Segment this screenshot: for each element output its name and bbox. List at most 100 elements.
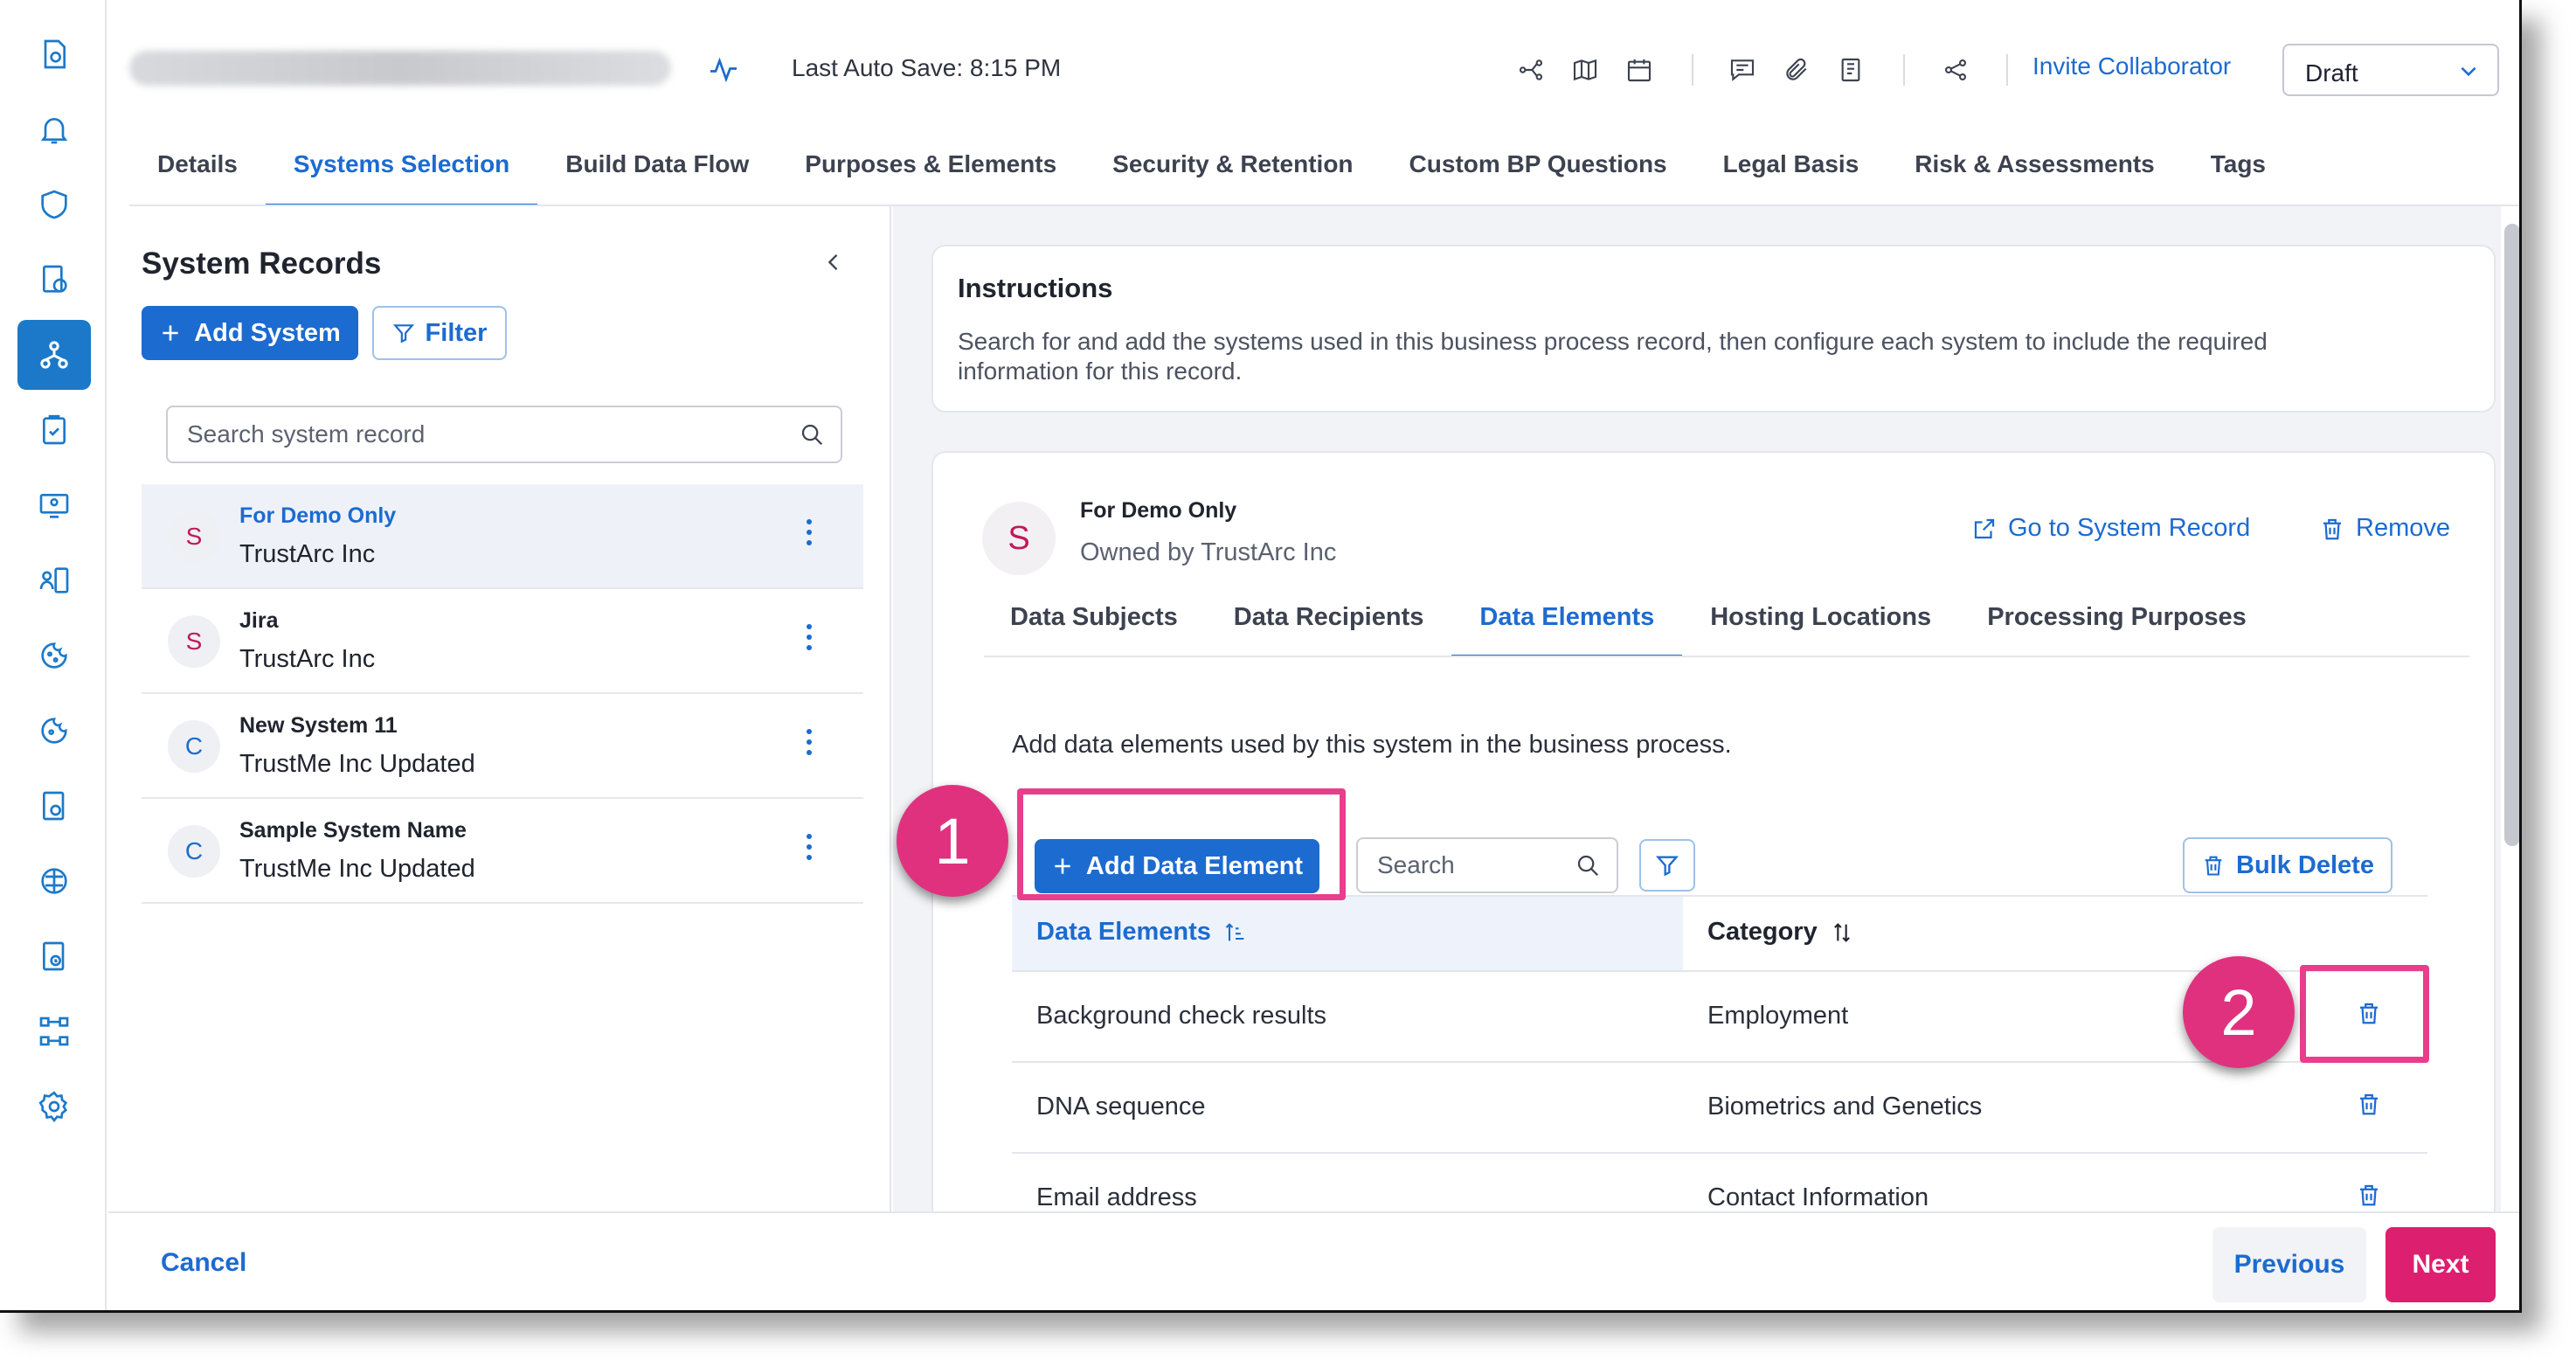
vertical-scrollbar[interactable] [2504, 224, 2519, 846]
cookie-icon[interactable] [17, 621, 91, 690]
data-element-category: Employment [1707, 1002, 1849, 1030]
globe-doc-icon[interactable] [17, 245, 91, 315]
system-avatar: C [168, 825, 220, 878]
notes-icon[interactable] [1833, 52, 1868, 87]
system-list-item[interactable]: S Jira TrustArc Inc [142, 589, 863, 694]
tab-risk-assessments[interactable]: Risk & Assessments [1887, 147, 2182, 206]
system-name: New System 11 [239, 713, 398, 738]
system-name: For Demo Only [1080, 498, 1237, 523]
highlight-box-delete-row [2300, 965, 2429, 1063]
system-org: TrustArc Inc [239, 645, 376, 673]
system-avatar: S [168, 510, 220, 563]
previous-button[interactable]: Previous [2212, 1227, 2366, 1302]
system-owner: Owned by TrustArc Inc [1080, 538, 1337, 566]
filter-button[interactable]: Filter [372, 306, 507, 360]
system-list-item[interactable]: C New System 11 TrustMe Inc Updated [142, 694, 863, 799]
doc-clock-icon[interactable] [17, 921, 91, 991]
data-elements-search-input[interactable]: Search [1356, 837, 1618, 893]
tab-details[interactable]: Details [129, 147, 266, 206]
column-header-category[interactable]: Category [1707, 918, 1854, 947]
instructions-text: Search for and add the systems used in t… [958, 328, 2268, 385]
user-list-icon[interactable] [17, 545, 91, 615]
subtab-data-subjects[interactable]: Data Subjects [984, 593, 1206, 657]
wizard-footer: Cancel Previous Next [108, 1211, 2519, 1310]
filter-label: Filter [425, 318, 488, 347]
instructions-title: Instructions [958, 273, 1113, 303]
data-element-category: Biometrics and Genetics [1707, 1093, 1983, 1121]
callout-badge-2: 2 [2183, 956, 2295, 1068]
next-button[interactable]: Next [2386, 1227, 2496, 1302]
subtab-data-elements[interactable]: Data Elements [1451, 593, 1683, 657]
system-list-item[interactable]: S For Demo Only TrustArc Inc [142, 484, 863, 589]
subtab-processing-purposes[interactable]: Processing Purposes [1959, 593, 2275, 657]
data-element-name: Background check results [1036, 1002, 1327, 1030]
filter-icon [1655, 856, 1679, 877]
go-to-system-label: Go to System Record [2008, 514, 2251, 542]
search-system-input[interactable]: Search system record [166, 406, 842, 463]
go-to-system-record-link[interactable]: Go to System Record [1971, 514, 2250, 543]
add-system-label: Add System [194, 318, 341, 347]
subtab-hosting-locations[interactable]: Hosting Locations [1682, 593, 1959, 657]
calendar-icon[interactable] [1622, 52, 1657, 87]
map-icon[interactable] [1568, 52, 1603, 87]
shield-icon[interactable] [17, 170, 91, 239]
trash-icon [2205, 856, 2222, 876]
system-org: TrustArc Inc [239, 540, 376, 568]
bulk-delete-button[interactable]: Bulk Delete [2183, 837, 2392, 893]
kebab-menu-icon[interactable] [804, 725, 814, 767]
table-row: DNA sequence Biometrics and Genetics [1012, 1063, 2427, 1154]
bell-icon[interactable] [17, 94, 91, 164]
tab-custom-bp-questions[interactable]: Custom BP Questions [1381, 147, 1695, 206]
attachment-icon[interactable] [1779, 52, 1814, 87]
remove-system-button[interactable]: Remove [2319, 514, 2450, 543]
system-avatar: S [168, 615, 220, 668]
delete-row-trash-icon[interactable] [2356, 1182, 2382, 1208]
doc-settings-icon[interactable] [17, 771, 91, 841]
kebab-menu-icon[interactable] [804, 830, 814, 872]
flow-diagram-icon[interactable] [1513, 52, 1548, 87]
system-avatar: S [982, 502, 1056, 575]
chevron-down-icon [2457, 59, 2480, 82]
status-select[interactable]: Draft [2282, 44, 2499, 96]
system-org: TrustMe Inc Updated [239, 855, 475, 883]
delete-row-trash-icon[interactable] [2356, 1091, 2382, 1117]
plus-icon [163, 325, 178, 341]
system-name: For Demo Only [239, 503, 397, 528]
data-inventory-icon[interactable] [17, 320, 91, 390]
kebab-menu-icon[interactable] [804, 516, 814, 558]
app-window: Last Auto Save: 8:15 PM Invite Collabora… [0, 0, 2522, 1313]
callout-badge-1: 1 [897, 785, 1008, 897]
clipboard-check-icon[interactable] [17, 395, 91, 465]
tab-purposes-elements[interactable]: Purposes & Elements [777, 147, 1084, 206]
search-icon [799, 421, 825, 448]
tab-tags[interactable]: Tags [2183, 147, 2294, 206]
tab-security-retention[interactable]: Security & Retention [1084, 147, 1381, 206]
panel-title: System Records [142, 246, 382, 281]
search-placeholder: Search [1377, 851, 1455, 878]
cookie-settings-icon[interactable] [17, 696, 91, 766]
tab-legal-basis[interactable]: Legal Basis [1695, 147, 1887, 206]
comment-icon[interactable] [1725, 52, 1760, 87]
system-list-item[interactable]: C Sample System Name TrustMe Inc Updated [142, 799, 863, 904]
invite-collaborator-link[interactable]: Invite Collaborator [2032, 52, 2231, 80]
workflow-icon[interactable] [17, 996, 91, 1066]
brain-icon[interactable] [17, 846, 91, 916]
collapse-chevron-icon[interactable] [821, 250, 846, 274]
activity-icon[interactable] [706, 52, 741, 87]
filter-button[interactable] [1639, 839, 1695, 892]
tab-build-data-flow[interactable]: Build Data Flow [537, 147, 777, 206]
dashboard-icon[interactable] [17, 19, 91, 89]
system-subtabs: Data Subjects Data Recipients Data Eleme… [984, 593, 2275, 657]
subtab-data-recipients[interactable]: Data Recipients [1206, 593, 1452, 657]
kebab-menu-icon[interactable] [804, 621, 814, 663]
tab-systems-selection[interactable]: Systems Selection [265, 147, 538, 206]
column-header-data-elements[interactable]: Data Elements [1036, 918, 1248, 947]
add-system-button[interactable]: Add System [142, 306, 358, 360]
share-icon[interactable] [1938, 52, 1973, 87]
settings-gear-icon[interactable] [17, 1072, 91, 1141]
cancel-button[interactable]: Cancel [161, 1248, 246, 1278]
monitor-user-icon[interactable] [17, 470, 91, 540]
data-element-name: Email address [1036, 1183, 1197, 1211]
system-name: Jira [239, 608, 279, 633]
system-avatar: C [168, 720, 220, 773]
